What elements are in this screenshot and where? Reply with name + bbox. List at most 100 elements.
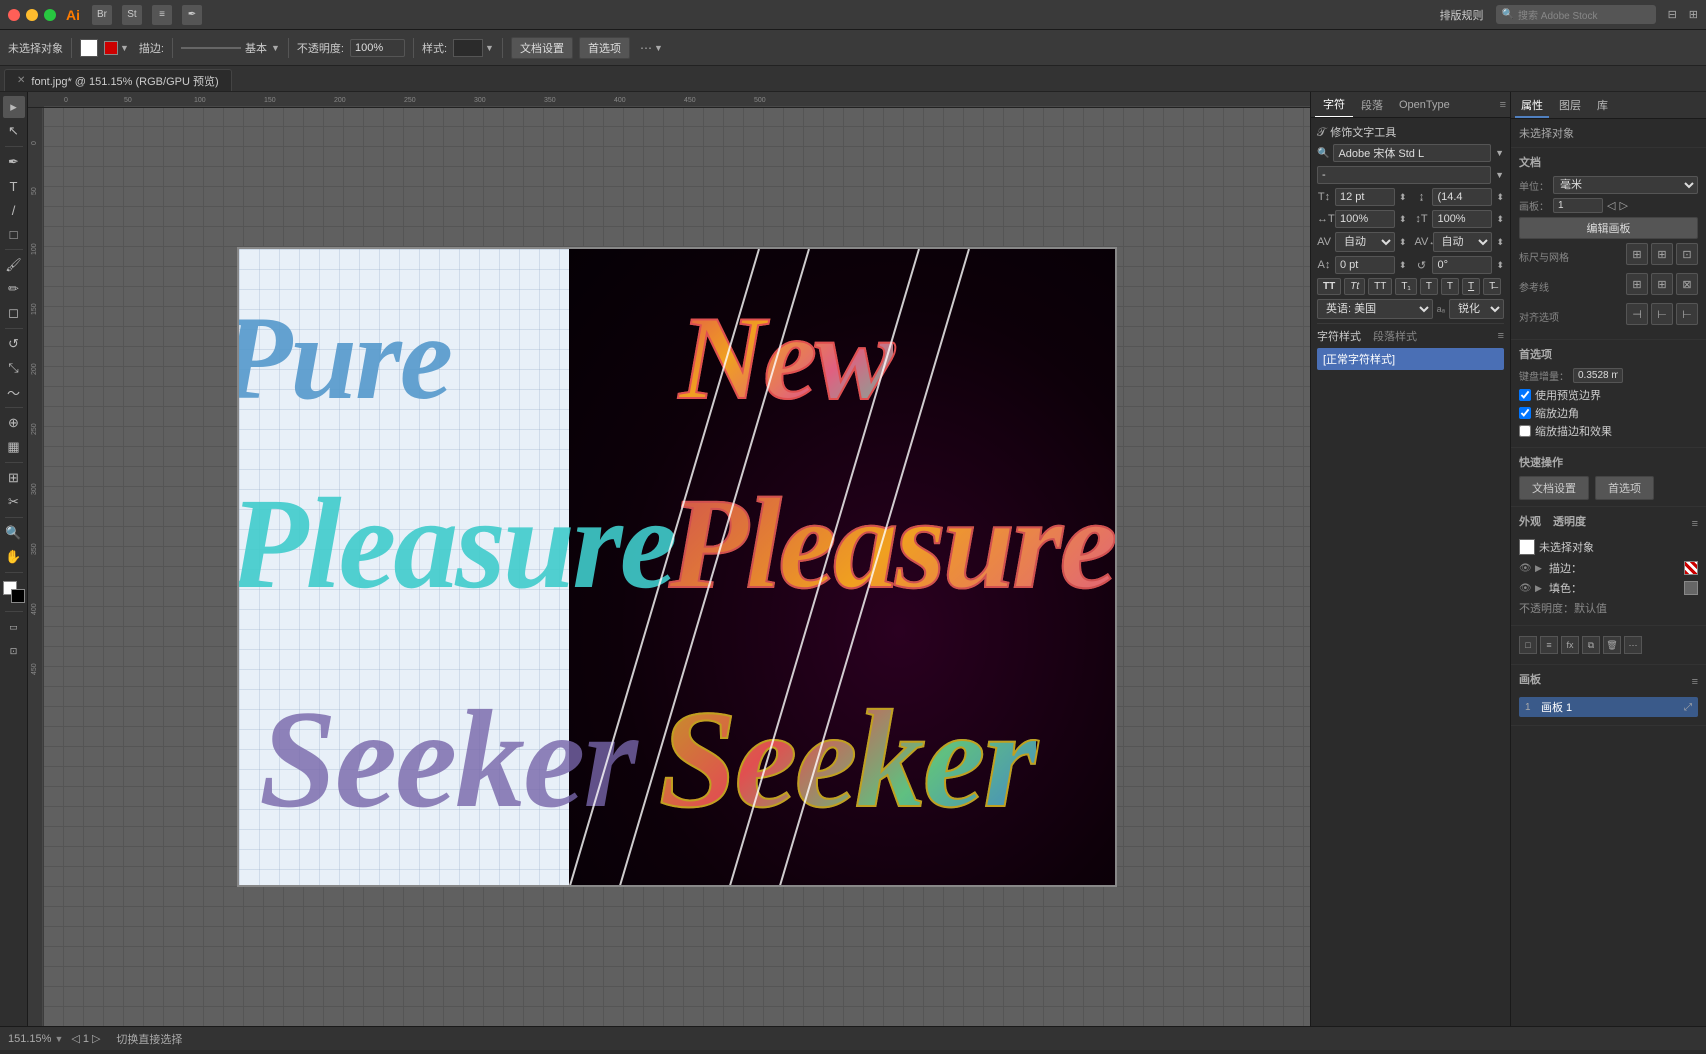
select-tool[interactable]: ▸: [3, 96, 25, 118]
extra-appear-icon[interactable]: ⋯: [1624, 636, 1642, 654]
artboard-prev-btn[interactable]: ◁: [1607, 199, 1615, 212]
tab-char[interactable]: 字符: [1315, 92, 1353, 117]
appear-strokes-icon[interactable]: ≡: [1540, 636, 1558, 654]
char-style-label[interactable]: 字符样式: [1317, 328, 1361, 344]
stock-icon[interactable]: St: [122, 5, 142, 25]
leading-input[interactable]: [1432, 188, 1492, 206]
document-tab[interactable]: ✕ font.jpg* @ 151.15% (RGB/GPU 预览): [4, 69, 232, 91]
scale-h-input[interactable]: [1335, 210, 1395, 228]
stroke-dropdown-icon[interactable]: ▼: [120, 43, 129, 53]
fill-appear-swatch[interactable]: [1684, 581, 1698, 595]
kern-select[interactable]: 自动 视觉 0: [1335, 232, 1395, 252]
scale-tool[interactable]: ⤡: [3, 357, 25, 379]
stroke-swatch[interactable]: [104, 41, 118, 55]
pixel-preview-icon[interactable]: ⊡: [1676, 243, 1698, 265]
small-caps-btn[interactable]: T₁: [1395, 278, 1416, 295]
font-dropdown-icon[interactable]: ▼: [1495, 148, 1504, 158]
draw-normal-btn[interactable]: ▭: [3, 616, 25, 638]
align-left-icon[interactable]: ⊣: [1626, 303, 1648, 325]
bold-btn[interactable]: TT: [1317, 278, 1341, 295]
italic-btn[interactable]: Tt: [1344, 278, 1365, 295]
language-select[interactable]: 英语: 美国 中文: [1317, 299, 1433, 319]
style-selector[interactable]: ▼: [453, 39, 494, 57]
zoom-dropdown[interactable]: ▼: [54, 1034, 63, 1044]
baseline-stepper[interactable]: ⬍: [1399, 260, 1407, 271]
guide-icon-2[interactable]: ⊞: [1651, 273, 1673, 295]
style-dropdown-icon[interactable]: ▼: [1495, 170, 1504, 180]
artwork[interactable]: Pure New Pleasure Pleasure Seeker Seeker: [237, 247, 1117, 887]
prefs-qa-btn[interactable]: 首选项: [1595, 476, 1654, 500]
arrange-rules-label[interactable]: 排版规则: [1440, 7, 1484, 23]
scale-v-input[interactable]: [1432, 210, 1492, 228]
superscript-btn[interactable]: T: [1420, 278, 1438, 295]
stroke-color[interactable]: [11, 589, 25, 603]
new-appear-icon[interactable]: □: [1519, 636, 1537, 654]
strikethrough-btn[interactable]: T̶: [1483, 278, 1501, 295]
canvas-area[interactable]: Pure New Pleasure Pleasure Seeker Seeker: [44, 108, 1310, 1026]
preview-bounds-checkbox[interactable]: [1519, 389, 1531, 401]
layout-icon[interactable]: ≡: [152, 5, 172, 25]
stroke-appear-swatch[interactable]: [1684, 561, 1698, 575]
eraser-tool[interactable]: ◻: [3, 302, 25, 324]
fill-eye-icon[interactable]: 👁: [1519, 583, 1531, 594]
style-preview[interactable]: [453, 39, 483, 57]
tab-close-btn[interactable]: ✕: [17, 75, 25, 86]
stock-search[interactable]: 🔍 搜索 Adobe Stock: [1496, 5, 1656, 24]
tab-properties[interactable]: 属性: [1515, 94, 1549, 118]
direct-select-tool[interactable]: ↖: [3, 120, 25, 142]
pen-tool[interactable]: ✒: [3, 151, 25, 173]
maximize-button[interactable]: [44, 9, 56, 21]
track-stepper[interactable]: ⬍: [1496, 237, 1504, 248]
appear-panel-menu[interactable]: ≡: [1692, 518, 1698, 530]
baseline-input[interactable]: [1335, 256, 1395, 274]
stroke-dropdown[interactable]: ▼: [271, 43, 280, 53]
subscript-btn[interactable]: T: [1441, 278, 1459, 295]
next-page-btn[interactable]: ▷: [92, 1032, 100, 1045]
stroke-swatch-area[interactable]: [1684, 561, 1698, 575]
artboard-1-navigate[interactable]: ⤢: [1684, 702, 1692, 713]
rotate-tool[interactable]: ↺: [3, 333, 25, 355]
tab-layers[interactable]: 图层: [1553, 94, 1587, 118]
rect-tool[interactable]: □: [3, 223, 25, 245]
scale-h-stepper[interactable]: ⬍: [1399, 214, 1407, 225]
window-controls[interactable]: [8, 9, 56, 21]
prev-page-btn[interactable]: ◁: [71, 1032, 79, 1045]
para-style-label[interactable]: 段落样式: [1373, 328, 1417, 344]
style-panel-menu[interactable]: ≡: [1498, 330, 1504, 342]
zoom-tool[interactable]: 🔍: [3, 522, 25, 544]
scale-stroke-checkbox[interactable]: [1519, 425, 1531, 437]
stroke-preview[interactable]: 基本 ▼: [181, 40, 280, 56]
close-button[interactable]: [8, 9, 20, 21]
doc-settings-toolbar-btn[interactable]: 文档设置: [511, 37, 573, 59]
stroke-selector[interactable]: ▼: [104, 41, 129, 55]
fx-icon[interactable]: fx: [1561, 636, 1579, 654]
symbol-sprayer-tool[interactable]: ⊕: [3, 412, 25, 434]
leading-stepper[interactable]: ⬍: [1496, 192, 1504, 203]
stroke-eye-icon[interactable]: 👁: [1519, 563, 1531, 574]
track-select[interactable]: 自动: [1433, 232, 1493, 252]
scale-v-stepper[interactable]: ⬍: [1496, 214, 1504, 225]
rotation-stepper[interactable]: ⬍: [1496, 260, 1504, 271]
style-dropdown[interactable]: ▼: [485, 43, 494, 53]
change-screen-btn[interactable]: ⊡: [3, 640, 25, 662]
guide-icon-3[interactable]: ⊠: [1676, 273, 1698, 295]
ruler-icon[interactable]: ⊞: [1626, 243, 1648, 265]
canvas-content[interactable]: Pure New Pleasure Pleasure Seeker Seeker: [237, 247, 1117, 887]
all-caps-btn[interactable]: TT: [1368, 278, 1392, 295]
minimize-button[interactable]: [26, 9, 38, 21]
hand-tool[interactable]: ✋: [3, 546, 25, 568]
edit-artboard-btn[interactable]: 编辑画板: [1519, 217, 1698, 239]
font-size-input[interactable]: [1335, 188, 1395, 206]
panel-icon-2[interactable]: ⊞: [1689, 8, 1698, 21]
fill-swatch[interactable]: [80, 39, 98, 57]
scale-corners-checkbox[interactable]: [1519, 407, 1531, 419]
kb-inc-input[interactable]: [1573, 368, 1623, 383]
font-name-input[interactable]: [1333, 144, 1491, 162]
warp-tool[interactable]: 〜: [3, 381, 25, 403]
grid-icon[interactable]: ⊞: [1651, 243, 1673, 265]
stroke-arrow[interactable]: ▶: [1535, 563, 1545, 574]
zoom-value[interactable]: 151.15%: [8, 1033, 51, 1045]
tab-para[interactable]: 段落: [1353, 93, 1391, 117]
doc-settings-qa-btn[interactable]: 文档设置: [1519, 476, 1589, 500]
opacity-input[interactable]: [350, 39, 405, 57]
